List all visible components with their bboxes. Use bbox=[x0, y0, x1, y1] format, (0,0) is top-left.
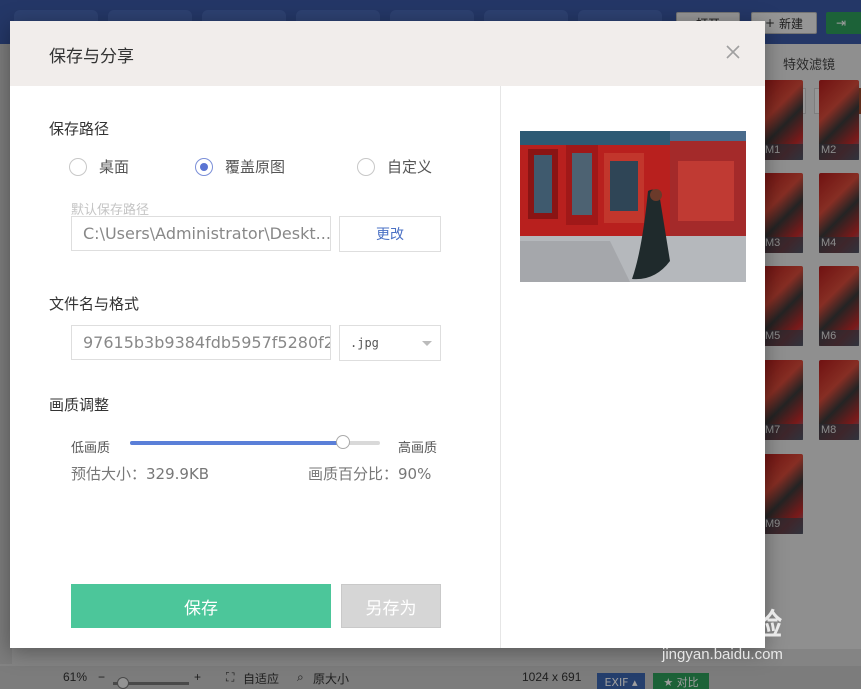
low-quality-label: 低画质 bbox=[71, 441, 111, 456]
baidu-watermark: Bai 经验 jingyan.baidu.com bbox=[662, 600, 783, 663]
file-format-title: 文件名与格式 bbox=[49, 295, 140, 313]
estimated-size: 预估大小：329.9KB bbox=[71, 465, 210, 483]
save-path-field[interactable]: C:\Users\Administrator\Deskt... bbox=[71, 216, 331, 251]
radio-label: 覆盖原图 bbox=[225, 158, 286, 176]
radio-label: 桌面 bbox=[99, 158, 130, 176]
watermark-url: jingyan.baidu.com bbox=[662, 646, 783, 663]
chevron-down-icon bbox=[422, 341, 432, 346]
radio-circle-checked[interactable] bbox=[195, 157, 213, 176]
dialog-header: 保存与分享 bbox=[10, 21, 765, 86]
save-share-dialog: 保存与分享 保存路径 桌面 覆盖原图 自定义 默认保存路径 C:\Users\A… bbox=[10, 21, 765, 648]
quality-slider-fill bbox=[130, 441, 343, 445]
watermark-logo: Bai 经验 bbox=[662, 609, 784, 642]
quality-slider[interactable] bbox=[130, 435, 380, 449]
save-as-button[interactable]: 另存为 bbox=[341, 584, 441, 628]
filename-field[interactable]: 97615b3b9384fdb5957f5280f2... bbox=[71, 325, 331, 360]
save-path-title: 保存路径 bbox=[49, 120, 110, 138]
format-select[interactable]: .jpg bbox=[339, 325, 441, 361]
save-path-options: 桌面 覆盖原图 自定义 bbox=[69, 156, 469, 178]
image-preview bbox=[520, 131, 746, 282]
format-select-value: .jpg bbox=[350, 336, 379, 350]
dialog-title: 保存与分享 bbox=[49, 47, 134, 67]
dialog-divider bbox=[500, 86, 501, 648]
radio-overwrite-original[interactable]: 覆盖原图 bbox=[195, 156, 285, 177]
radio-label: 自定义 bbox=[387, 158, 433, 176]
quality-slider-knob[interactable] bbox=[335, 435, 350, 449]
high-quality-label: 高画质 bbox=[398, 441, 438, 456]
radio-custom[interactable]: 自定义 bbox=[357, 156, 432, 177]
quality-title: 画质调整 bbox=[49, 396, 110, 414]
change-path-button[interactable]: 更改 bbox=[339, 216, 441, 252]
radio-circle[interactable] bbox=[357, 157, 375, 176]
radio-circle[interactable] bbox=[69, 157, 87, 176]
close-icon[interactable] bbox=[724, 43, 742, 61]
quality-percent: 画质百分比：90% bbox=[308, 465, 432, 483]
save-button[interactable]: 保存 bbox=[71, 584, 331, 628]
radio-desktop[interactable]: 桌面 bbox=[69, 156, 129, 177]
